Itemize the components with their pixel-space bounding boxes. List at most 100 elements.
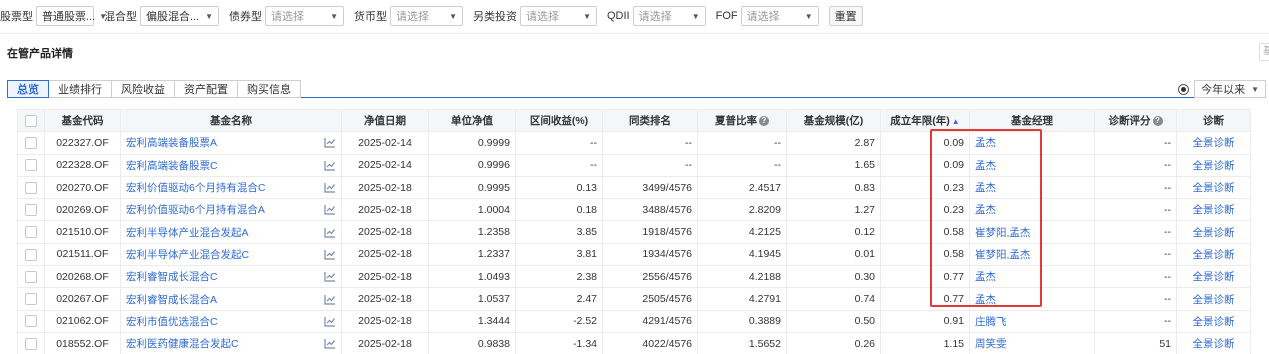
row-select[interactable] bbox=[17, 265, 45, 289]
manager-link[interactable]: 孟杰 bbox=[975, 160, 996, 172]
manager-link[interactable]: 孟杰 bbox=[975, 182, 996, 194]
checkbox[interactable] bbox=[25, 248, 37, 261]
chart-icon[interactable] bbox=[324, 204, 336, 215]
header-select-all[interactable] bbox=[17, 108, 45, 133]
row-select[interactable] bbox=[17, 220, 45, 244]
checkbox[interactable] bbox=[25, 159, 37, 172]
tab-performance-rank[interactable]: 业绩排行 bbox=[49, 80, 112, 98]
checkbox[interactable] bbox=[25, 270, 37, 283]
full-diagnosis-link[interactable]: 全景诊断 bbox=[1193, 160, 1235, 172]
tab-overview[interactable]: 总览 bbox=[7, 80, 49, 98]
row-select[interactable] bbox=[17, 332, 45, 354]
tab-asset-allocation[interactable]: 资产配置 bbox=[175, 80, 238, 98]
full-diagnosis-link[interactable]: 全景诊断 bbox=[1193, 271, 1235, 283]
tab-purchase-info[interactable]: 购买信息 bbox=[238, 80, 301, 98]
filter-select-mixed[interactable]: 偏股混合... ▼ bbox=[140, 6, 219, 26]
chart-icon[interactable] bbox=[324, 182, 336, 193]
table-row[interactable]: 022327.OF 宏利高端装备股票A 2025-02-14 0.9999 -- -- --… bbox=[17, 131, 1251, 155]
manager-link[interactable]: 孟杰 bbox=[975, 204, 996, 216]
fund-name-link[interactable]: 宏利半导体产业混合发起A bbox=[126, 225, 249, 240]
fund-name-link[interactable]: 宏利价值驱动6个月持有混合A bbox=[126, 202, 265, 217]
full-diagnosis-link[interactable]: 全景诊断 bbox=[1193, 227, 1235, 239]
interval-return: -1.34 bbox=[515, 332, 603, 354]
table-row[interactable]: 021511.OF 宏利半导体产业混合发起C 2025-02-18 1.2337 3.8… bbox=[17, 243, 1251, 267]
fund-name-cell: 宏利医药健康混合发起C bbox=[120, 332, 342, 354]
checkbox[interactable] bbox=[25, 226, 37, 239]
filter-select-money[interactable]: 请选择 ▼ bbox=[390, 6, 463, 26]
row-select[interactable] bbox=[17, 154, 45, 177]
manager-link[interactable]: 孟杰 bbox=[975, 294, 996, 306]
row-select[interactable] bbox=[17, 287, 45, 311]
checkbox[interactable] bbox=[25, 293, 37, 306]
checkbox[interactable] bbox=[25, 315, 37, 328]
row-select[interactable] bbox=[17, 176, 45, 200]
checkbox[interactable] bbox=[25, 337, 37, 350]
fund-name-link[interactable]: 宏利高端装备股票C bbox=[126, 158, 218, 173]
fund-name-link[interactable]: 宏利高端装备股票A bbox=[126, 135, 217, 150]
chart-icon[interactable] bbox=[324, 294, 336, 305]
header-years[interactable]: 成立年限(年) ▲ bbox=[880, 108, 970, 133]
period-select[interactable]: 今年以来 ▼ bbox=[1194, 80, 1266, 98]
fund-scale: 0.83 bbox=[786, 176, 881, 200]
full-diagnosis-link[interactable]: 全景诊断 bbox=[1193, 294, 1235, 306]
table-row[interactable]: 021510.OF 宏利半导体产业混合发起A 2025-02-18 1.2358 3.8… bbox=[17, 220, 1251, 244]
filter-select-stock[interactable]: 普通股票... ▼ bbox=[36, 6, 107, 26]
table-row[interactable]: 020269.OF 宏利价值驱动6个月持有混合A 2025-02-18 1.0004 0… bbox=[17, 198, 1251, 222]
table-row[interactable]: 018552.OF 宏利医药健康混合发起C 2025-02-18 0.9838 -1.3… bbox=[17, 332, 1251, 354]
manager-link[interactable]: 崔梦阳,孟杰 bbox=[975, 227, 1030, 239]
interval-return: 3.85 bbox=[515, 220, 603, 244]
row-select[interactable] bbox=[17, 243, 45, 267]
table-row[interactable]: 020268.OF 宏利睿智成长混合C 2025-02-18 1.0493 2.38 25… bbox=[17, 265, 1251, 289]
help-icon[interactable]: ? bbox=[759, 116, 769, 127]
chart-icon[interactable] bbox=[324, 249, 336, 260]
table-row[interactable]: 020270.OF 宏利价值驱动6个月持有混合C 2025-02-18 0.9995 0… bbox=[17, 176, 1251, 200]
fund-name-link[interactable]: 宏利市值优选混合C bbox=[126, 314, 218, 329]
manager-link[interactable]: 周笑雯 bbox=[975, 338, 1007, 350]
chart-icon[interactable] bbox=[324, 338, 336, 349]
tab-risk-return[interactable]: 风险收益 bbox=[112, 80, 175, 98]
manager-link[interactable]: 庄腾飞 bbox=[975, 316, 1007, 328]
full-diagnosis-link[interactable]: 全景诊断 bbox=[1193, 137, 1235, 149]
fund-scale: 0.26 bbox=[786, 332, 881, 354]
sort-up-icon[interactable]: ▲ bbox=[952, 117, 960, 126]
reset-button[interactable]: 重置 bbox=[828, 6, 863, 26]
full-diagnosis-link[interactable]: 全景诊断 bbox=[1193, 338, 1235, 350]
chart-icon[interactable] bbox=[324, 137, 336, 149]
row-select[interactable] bbox=[17, 310, 45, 333]
fund-name-link[interactable]: 宏利医药健康混合发起C bbox=[126, 336, 239, 351]
full-diagnosis-link[interactable]: 全景诊断 bbox=[1193, 182, 1235, 194]
full-diagnosis-link[interactable]: 全景诊断 bbox=[1193, 204, 1235, 216]
manager-link[interactable]: 孟杰 bbox=[975, 271, 996, 283]
manager-link[interactable]: 孟杰 bbox=[975, 137, 996, 149]
checkbox[interactable] bbox=[25, 203, 37, 216]
table-row[interactable]: 020267.OF 宏利睿智成长混合A 2025-02-18 1.0537 2.47 25… bbox=[17, 287, 1251, 311]
row-select[interactable] bbox=[17, 131, 45, 155]
help-icon[interactable]: ? bbox=[1152, 116, 1163, 127]
checkbox[interactable] bbox=[25, 137, 37, 150]
fund-name-link[interactable]: 宏利价值驱动6个月持有混合C bbox=[126, 180, 265, 195]
row-select[interactable] bbox=[17, 198, 45, 222]
header-sharpe[interactable]: 夏普比率? bbox=[697, 108, 787, 133]
table-row[interactable]: 021062.OF 宏利市值优选混合C 2025-02-18 1.3444 -2.52 4… bbox=[17, 310, 1251, 333]
filter-select-bond[interactable]: 请选择 ▼ bbox=[265, 6, 344, 26]
chart-icon[interactable] bbox=[324, 160, 336, 171]
table-row[interactable]: 022328.OF 宏利高端装备股票C 2025-02-14 0.9996 -- -- --… bbox=[17, 154, 1251, 177]
header-score[interactable]: 诊断评分? bbox=[1094, 108, 1177, 133]
filter-select-alt[interactable]: 请选择 ▼ bbox=[520, 6, 597, 26]
full-diagnosis-link[interactable]: 全景诊断 bbox=[1193, 249, 1235, 261]
filter-select-fof[interactable]: 请选择 ▼ bbox=[740, 6, 819, 26]
fund-name-link[interactable]: 宏利睿智成长混合C bbox=[126, 269, 218, 284]
checkbox[interactable] bbox=[25, 114, 37, 127]
chart-icon[interactable] bbox=[324, 271, 336, 282]
chart-icon[interactable] bbox=[324, 316, 336, 327]
filter-select-qdii[interactable]: 请选择 ▼ bbox=[632, 6, 706, 26]
filter-label: 混合型 bbox=[104, 11, 137, 23]
chart-icon[interactable] bbox=[324, 227, 336, 238]
fund-name-link[interactable]: 宏利睿智成长混合A bbox=[126, 292, 217, 307]
full-diagnosis-link[interactable]: 全景诊断 bbox=[1193, 316, 1235, 328]
manager-link[interactable]: 崔梦阳,孟杰 bbox=[975, 249, 1030, 261]
fund-name-link[interactable]: 宏利半导体产业混合发起C bbox=[126, 247, 249, 262]
period-radio[interactable] bbox=[1178, 83, 1190, 95]
checkbox[interactable] bbox=[25, 181, 37, 194]
right-edge-button[interactable]: 基 bbox=[1259, 43, 1269, 61]
